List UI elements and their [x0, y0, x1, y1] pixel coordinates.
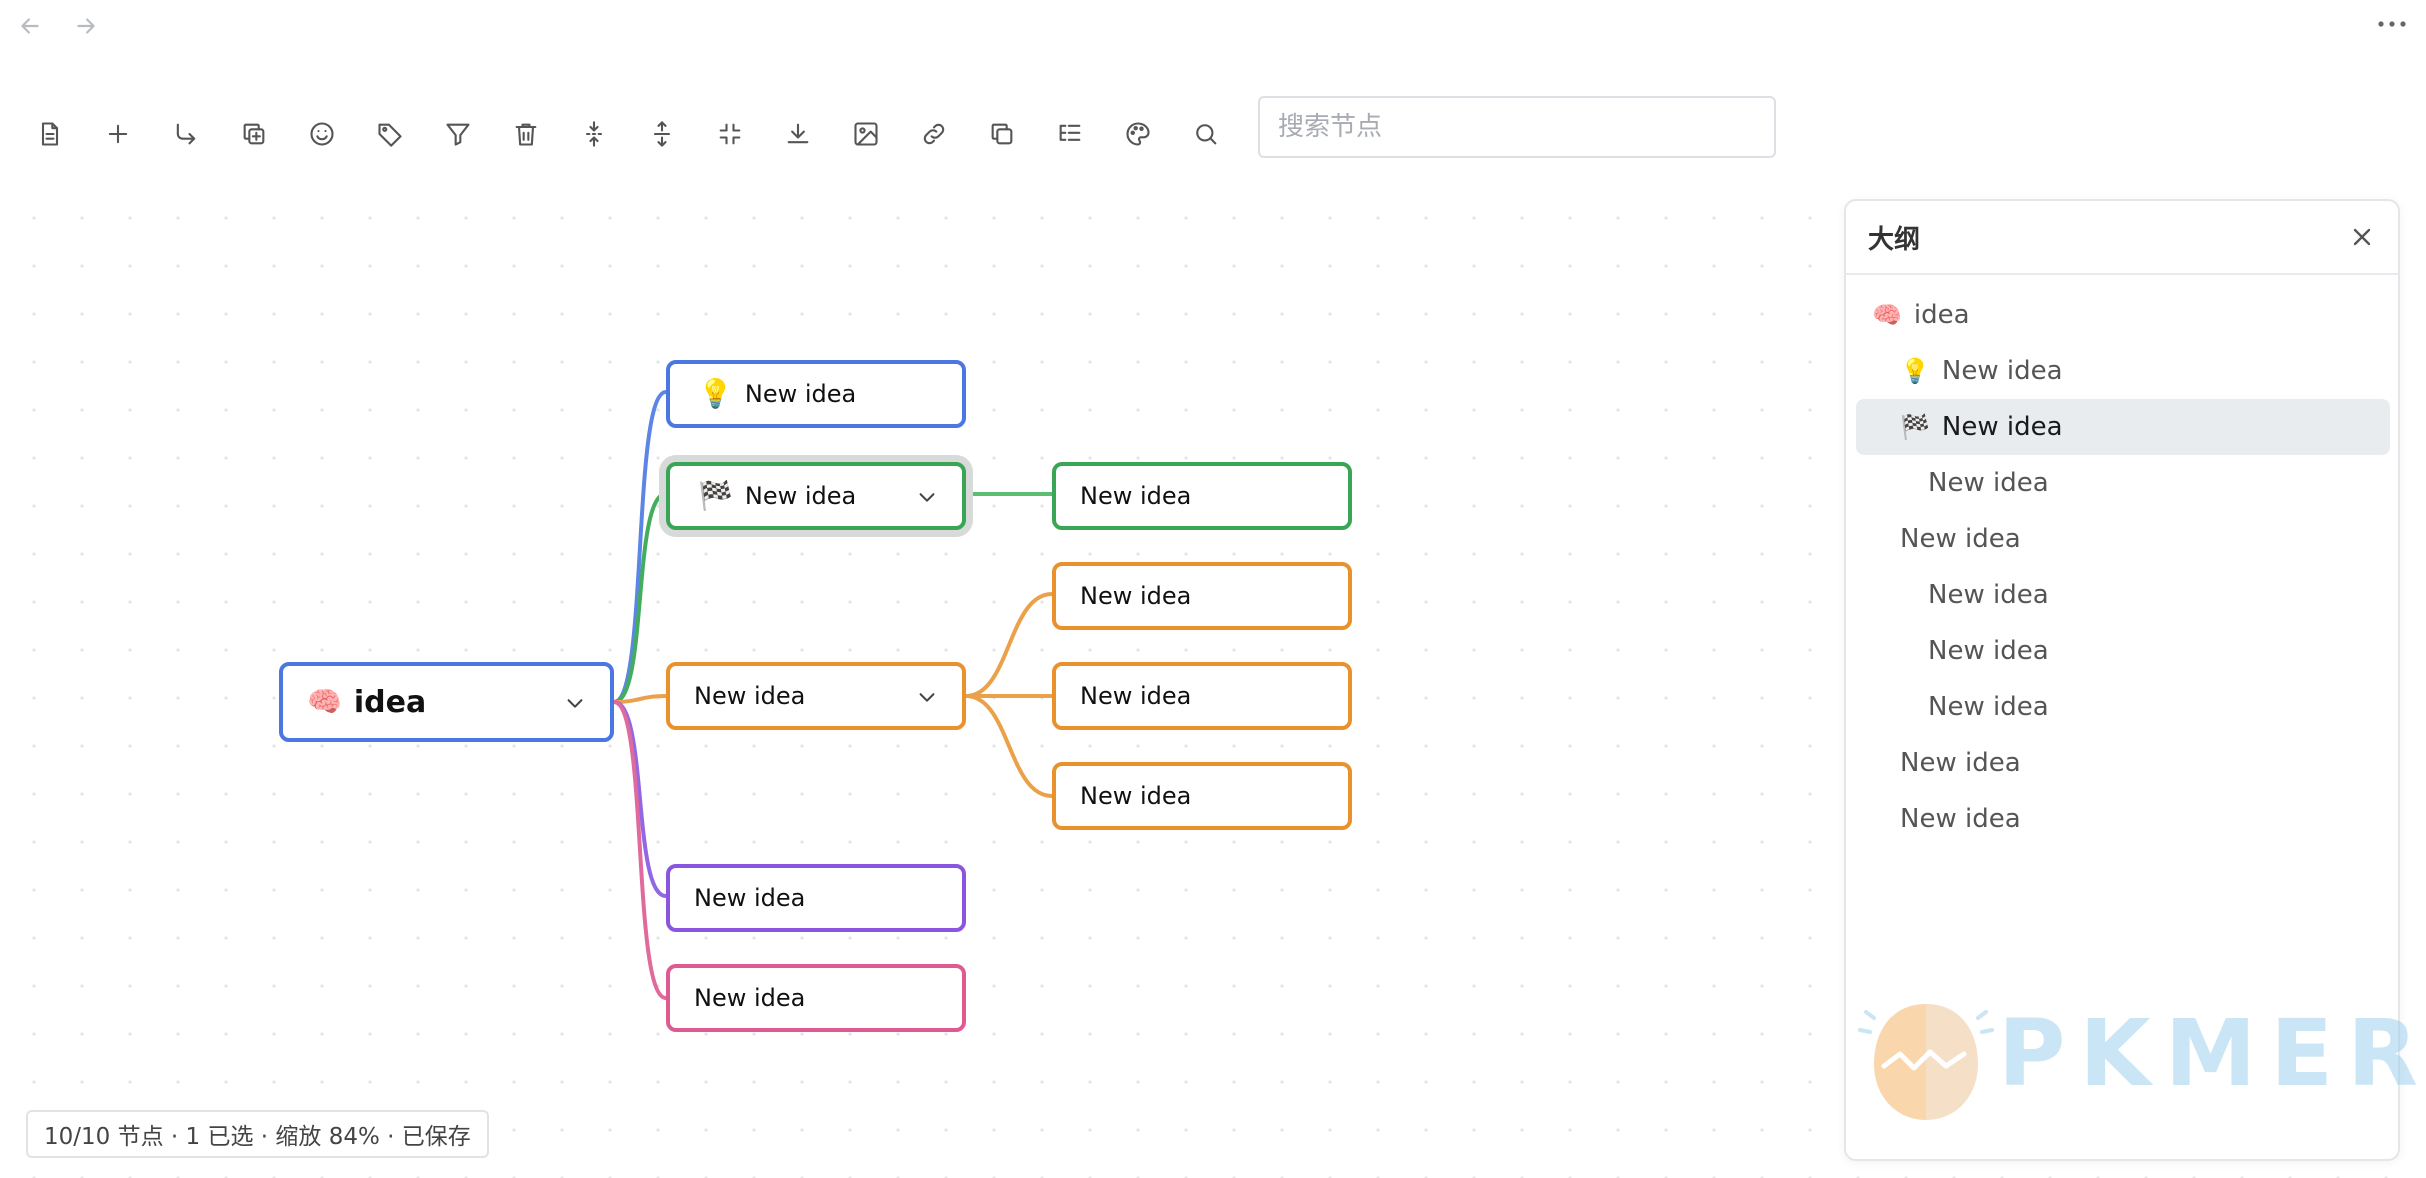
outline-item[interactable]: New idea	[1856, 455, 2390, 511]
mindmap-node[interactable]: New idea	[1052, 662, 1352, 730]
edge-root-to-idea-1	[612, 390, 668, 704]
outline-item-label: New idea	[1941, 356, 2063, 386]
outline-title: 大纲	[1868, 224, 1921, 255]
lightbulb-icon: 💡	[698, 377, 733, 410]
mindmap-node[interactable]: New idea	[1052, 762, 1352, 830]
brain-icon: 🧠	[307, 685, 342, 718]
outline-item-label: idea	[1913, 300, 1970, 330]
outline-item-label: New idea	[1928, 692, 2049, 722]
outline-item[interactable]: New idea	[1856, 791, 2390, 847]
status-text: 10/10 节点 · 1 已选 · 缩放 84% · 已保存	[44, 1124, 471, 1150]
chevron-down-icon[interactable]	[916, 486, 938, 508]
outline-item-label: New idea	[1928, 636, 2049, 666]
chevron-down-icon[interactable]	[564, 692, 586, 714]
node-label: New idea	[1080, 482, 1192, 510]
node-label: New idea	[1080, 782, 1192, 810]
node-label: New idea	[744, 482, 857, 510]
watermark-text: PKMER	[1998, 1000, 2426, 1107]
outline-header: 大纲	[1846, 201, 2398, 275]
outline-item[interactable]: 💡 New idea	[1856, 343, 2390, 399]
root-node-label: idea	[353, 684, 427, 720]
outline-item-label: New idea	[1900, 804, 2021, 834]
mindmap-app: 🧠 idea 💡 New idea 🏁 New idea New idea Ne…	[0, 0, 2426, 1178]
node-label: New idea	[744, 380, 857, 408]
brain-icon: 🧠	[1872, 301, 1902, 329]
root-node[interactable]: 🧠 idea	[279, 662, 614, 742]
node-label: New idea	[1080, 582, 1192, 610]
outline-item[interactable]: 🧠 idea	[1856, 287, 2390, 343]
mindmap-node[interactable]: 💡 New idea	[666, 360, 966, 428]
outline-item[interactable]: New idea	[1856, 735, 2390, 791]
checkered-flag-icon: 🏁	[698, 479, 733, 512]
lightbulb-icon: 💡	[1900, 357, 1930, 385]
outline-item-label: New idea	[1941, 412, 2063, 442]
node-label: New idea	[694, 984, 806, 1012]
status-bar: 10/10 节点 · 1 已选 · 缩放 84% · 已保存	[26, 1110, 489, 1158]
node-label: New idea	[694, 884, 806, 912]
outline-item[interactable]: New idea	[1856, 679, 2390, 735]
mindmap-node-selected[interactable]: 🏁 New idea	[666, 462, 966, 530]
chevron-down-icon[interactable]	[916, 686, 938, 708]
mindmap-node[interactable]: New idea	[666, 864, 966, 932]
outline-item[interactable]: New idea	[1856, 511, 2390, 567]
mindmap-node[interactable]: New idea	[666, 964, 966, 1032]
mindmap-node[interactable]: New idea	[666, 662, 966, 730]
node-label: New idea	[1080, 682, 1192, 710]
edge-root-to-idea-5	[612, 700, 668, 1000]
pkmer-watermark: PKMER	[1856, 992, 2418, 1132]
outline-item[interactable]: New idea	[1856, 623, 2390, 679]
close-icon[interactable]	[2348, 223, 2376, 251]
edge-idea-3-to-child-1	[964, 592, 1054, 698]
outline-item-active[interactable]: 🏁 New idea	[1856, 399, 2390, 455]
mindmap-node[interactable]: New idea	[1052, 562, 1352, 630]
node-label: New idea	[694, 682, 806, 710]
outline-item-label: New idea	[1928, 468, 2049, 498]
outline-item-label: New idea	[1928, 580, 2049, 610]
edge-idea-3-to-child-3	[964, 694, 1054, 798]
outline-item[interactable]: New idea	[1856, 567, 2390, 623]
outline-item-label: New idea	[1900, 524, 2021, 554]
mindmap-node[interactable]: New idea	[1052, 462, 1352, 530]
outline-item-label: New idea	[1900, 748, 2021, 778]
pkmer-logo-icon	[1858, 1004, 1994, 1120]
checkered-flag-icon: 🏁	[1900, 413, 1930, 441]
